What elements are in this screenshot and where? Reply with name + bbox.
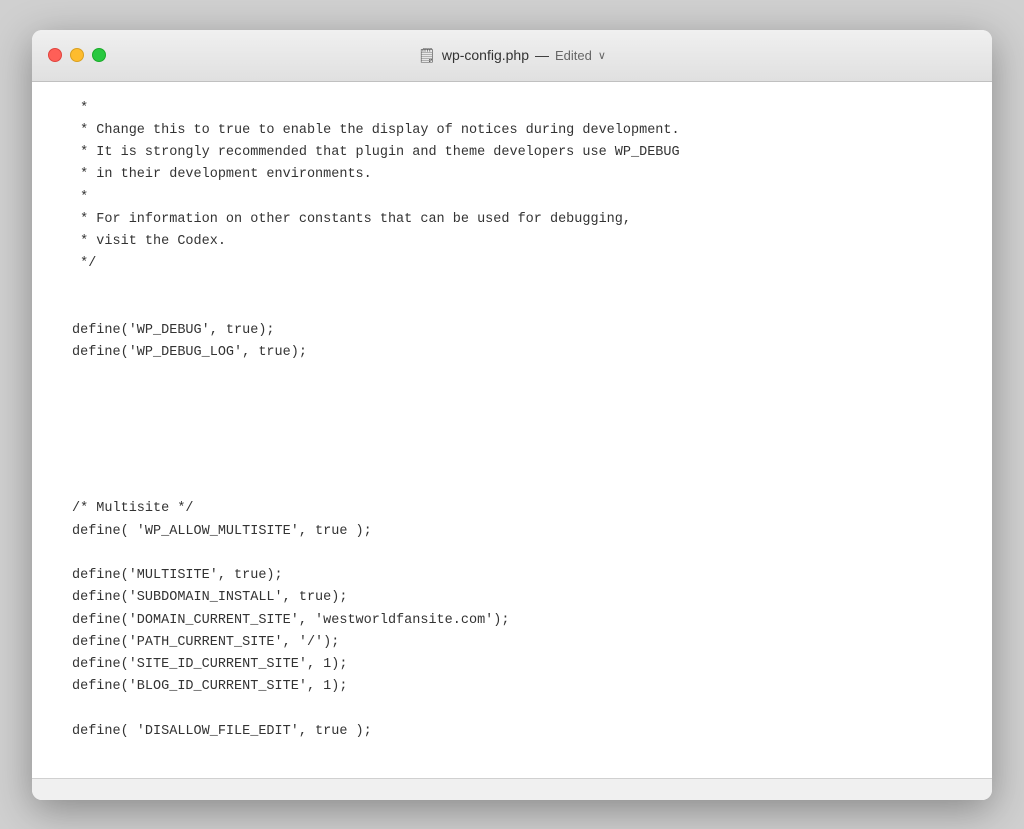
code-content[interactable]: * * Change this to true to enable the di… bbox=[32, 82, 992, 778]
code-line: define('SUBDOMAIN_INSTALL', true); bbox=[72, 587, 952, 609]
titlebar: 🗒 wp-config.php — Edited ∨ bbox=[32, 30, 992, 82]
edited-status: Edited bbox=[555, 48, 592, 63]
status-bar bbox=[32, 778, 992, 800]
code-line bbox=[72, 454, 952, 476]
code-line: * in their development environments. bbox=[72, 164, 952, 186]
title-area: 🗒 wp-config.php — Edited ∨ bbox=[418, 47, 606, 64]
file-icon: 🗒 bbox=[418, 47, 436, 64]
code-line: define('PATH_CURRENT_SITE', '/'); bbox=[72, 632, 952, 654]
code-line bbox=[72, 298, 952, 320]
code-line bbox=[72, 543, 952, 565]
code-line bbox=[72, 431, 952, 453]
code-line: define('BLOG_ID_CURRENT_SITE', 1); bbox=[72, 676, 952, 698]
chevron-down-icon[interactable]: ∨ bbox=[598, 49, 606, 62]
code-editor-area[interactable]: * * Change this to true to enable the di… bbox=[32, 82, 992, 778]
code-line: define('SITE_ID_CURRENT_SITE', 1); bbox=[72, 654, 952, 676]
code-line: define('DOMAIN_CURRENT_SITE', 'westworld… bbox=[72, 610, 952, 632]
minimize-button[interactable] bbox=[70, 48, 84, 62]
code-line: * visit the Codex. bbox=[72, 231, 952, 253]
close-button[interactable] bbox=[48, 48, 62, 62]
filename-label: wp-config.php bbox=[442, 47, 529, 63]
code-line: */ bbox=[72, 253, 952, 275]
code-line: /* Multisite */ bbox=[72, 498, 952, 520]
code-line: define('MULTISITE', true); bbox=[72, 565, 952, 587]
code-line bbox=[72, 276, 952, 298]
code-line: * For information on other constants tha… bbox=[72, 209, 952, 231]
code-line: define( 'DISALLOW_FILE_EDIT', true ); bbox=[72, 721, 952, 743]
code-line bbox=[72, 387, 952, 409]
code-line: * Change this to true to enable the disp… bbox=[72, 120, 952, 142]
code-line bbox=[72, 365, 952, 387]
code-line: define('WP_DEBUG_LOG', true); bbox=[72, 342, 952, 364]
title-separator: — bbox=[535, 47, 549, 63]
maximize-button[interactable] bbox=[92, 48, 106, 62]
traffic-lights bbox=[48, 48, 106, 62]
editor-window: 🗒 wp-config.php — Edited ∨ * * Change th… bbox=[32, 30, 992, 800]
code-line bbox=[72, 409, 952, 431]
code-line: define('WP_DEBUG', true); bbox=[72, 320, 952, 342]
code-line: define( 'WP_ALLOW_MULTISITE', true ); bbox=[72, 521, 952, 543]
code-line: * bbox=[72, 187, 952, 209]
code-line bbox=[72, 699, 952, 721]
code-line: * It is strongly recommended that plugin… bbox=[72, 142, 952, 164]
code-line: * bbox=[72, 98, 952, 120]
code-line bbox=[72, 476, 952, 498]
